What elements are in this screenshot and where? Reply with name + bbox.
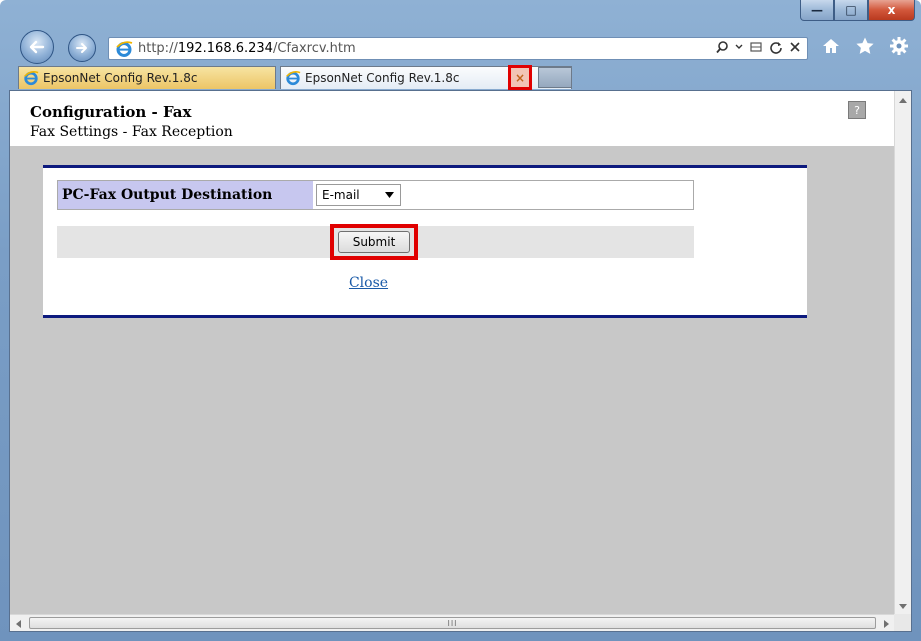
submit-button[interactable]: Submit xyxy=(338,231,410,253)
page-title: Configuration - Fax xyxy=(30,103,192,121)
scroll-grip: III xyxy=(447,618,458,628)
horizontal-scroll-thumb[interactable]: III xyxy=(29,617,876,629)
compatibility-view-icon[interactable] xyxy=(749,40,763,54)
scroll-down-icon[interactable] xyxy=(895,598,911,615)
back-button[interactable] xyxy=(20,30,54,64)
maximize-button[interactable]: □ xyxy=(834,0,868,21)
scroll-up-icon[interactable] xyxy=(895,91,911,108)
stop-icon[interactable] xyxy=(789,41,801,53)
toolbar-icons xyxy=(821,36,909,56)
output-destination-select[interactable]: E-mail xyxy=(316,184,401,206)
new-tab-button[interactable] xyxy=(538,67,572,88)
close-window-button[interactable]: x xyxy=(868,0,915,21)
tab-epsonnet-config-1[interactable]: EpsonNet Config Rev.1.8c xyxy=(18,66,276,89)
submit-row: Submit xyxy=(57,224,694,260)
dropdown-arrow-icon[interactable] xyxy=(735,43,743,51)
tab-strip: EpsonNet Config Rev.1.8c EpsonNet Config… xyxy=(0,65,921,90)
chevron-down-icon xyxy=(385,192,394,198)
select-value: E-mail xyxy=(322,188,360,202)
page-viewport: Configuration - Fax Fax Settings - Fax R… xyxy=(9,90,912,632)
minimize-button[interactable]: — xyxy=(800,0,834,21)
vertical-scrollbar[interactable] xyxy=(894,91,911,615)
tab-label: EpsonNet Config Rev.1.8c xyxy=(43,71,198,85)
refresh-icon[interactable] xyxy=(769,40,783,54)
back-arrow-icon xyxy=(29,40,45,54)
horizontal-scrollbar[interactable]: III xyxy=(10,614,895,631)
window-controls: — □ x xyxy=(800,0,915,22)
scroll-right-icon[interactable] xyxy=(879,615,895,632)
forward-button[interactable] xyxy=(68,34,96,62)
search-icon[interactable] xyxy=(715,40,729,54)
close-tab-button[interactable]: × xyxy=(508,65,532,90)
scrollbar-corner xyxy=(894,614,911,631)
navigation-bar: http://192.168.6.234/Cfaxrcv.htm xyxy=(0,30,921,66)
setting-label: PC-Fax Output Destination xyxy=(58,181,313,209)
ie-page-icon xyxy=(116,40,133,57)
page-subtitle: Fax Settings - Fax Reception xyxy=(30,124,233,140)
close-icon: × xyxy=(514,70,526,85)
page-header: Configuration - Fax Fax Settings - Fax R… xyxy=(10,91,895,146)
address-path: /Cfaxrcv.htm xyxy=(272,41,356,56)
home-icon[interactable] xyxy=(821,36,841,56)
tools-gear-icon[interactable] xyxy=(889,36,909,56)
forward-arrow-icon xyxy=(76,43,87,53)
address-bar[interactable]: http://192.168.6.234/Cfaxrcv.htm xyxy=(108,37,808,60)
close-link[interactable]: Close xyxy=(43,275,680,291)
address-tools xyxy=(715,40,801,54)
setting-row-pc-fax-output: PC-Fax Output Destination E-mail xyxy=(57,180,694,210)
address-url: http://192.168.6.234/Cfaxrcv.htm xyxy=(138,41,356,56)
ie-tab-icon xyxy=(286,71,301,86)
ie-tab-icon xyxy=(24,71,39,86)
favorites-star-icon[interactable] xyxy=(855,36,875,56)
address-scheme: http:// xyxy=(138,41,178,56)
address-host: 192.168.6.234 xyxy=(177,41,273,56)
settings-panel: PC-Fax Output Destination E-mail Submit … xyxy=(43,165,807,318)
help-icon[interactable]: ? xyxy=(848,101,866,119)
tab-label: EpsonNet Config Rev.1.8c xyxy=(305,71,460,85)
scroll-left-icon[interactable] xyxy=(10,615,26,632)
browser-window: — □ x http://192.168.6.234/Cfaxrcv.htm E… xyxy=(0,0,921,641)
